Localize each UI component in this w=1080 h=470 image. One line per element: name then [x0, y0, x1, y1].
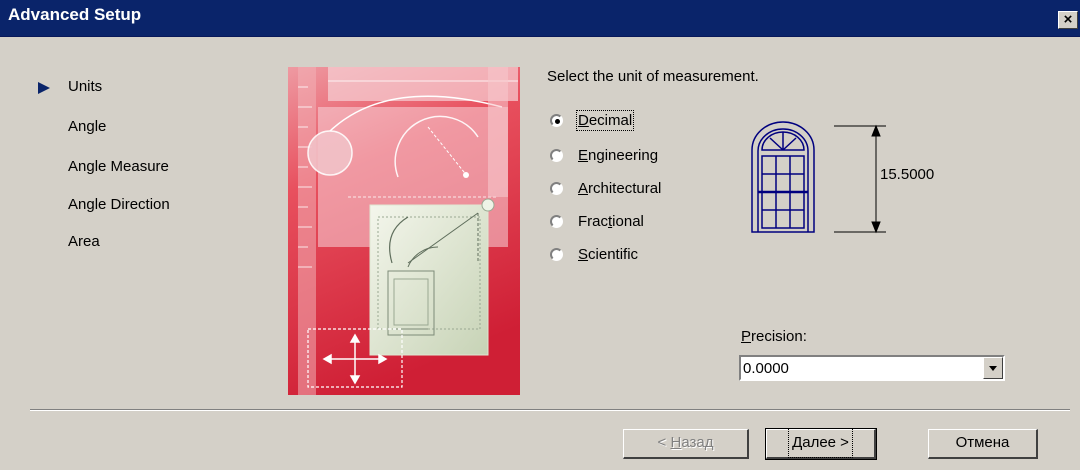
- dimension-value: 15.5000: [880, 166, 935, 183]
- chevron-down-icon: [989, 366, 997, 371]
- precision-label: Precision:: [741, 328, 807, 345]
- button-separator: [30, 409, 1070, 411]
- precision-dropdown[interactable]: 0.0000: [739, 355, 1005, 381]
- precision-value: 0.0000: [743, 360, 789, 377]
- label-text: recision:: [751, 328, 807, 345]
- cancel-button[interactable]: Отмена: [928, 429, 1038, 459]
- access-key: E: [578, 147, 589, 164]
- label-text: cientific: [588, 246, 639, 263]
- nav-item-angle[interactable]: Angle: [68, 118, 106, 135]
- radio-selected-dot: [555, 119, 560, 124]
- label-text: Frac: [578, 213, 608, 230]
- label-text: ional: [612, 213, 644, 230]
- label-text: <: [657, 434, 671, 451]
- radio-label-decimal: Decimal: [575, 110, 635, 131]
- window-preview-drawing: [751, 121, 886, 234]
- title-bar: Advanced Setup ×: [0, 0, 1080, 37]
- radio-label-fractional: Fractional: [578, 213, 644, 230]
- access-key: Н: [670, 434, 682, 451]
- radio-button[interactable]: [550, 215, 563, 228]
- window-title: Advanced Setup: [8, 5, 142, 24]
- nav-item-angle-measure[interactable]: Angle Measure: [68, 158, 169, 175]
- access-key: A: [578, 180, 589, 197]
- next-button[interactable]: Далее >: [765, 428, 877, 460]
- label-text: ecimal: [588, 112, 633, 129]
- radio-button[interactable]: [550, 149, 563, 162]
- close-icon: ×: [1063, 11, 1073, 28]
- label-text: rchitectural: [588, 180, 662, 197]
- label-text: азад: [681, 434, 714, 451]
- back-button[interactable]: < Назад: [623, 429, 749, 459]
- access-key: S: [578, 246, 589, 263]
- nav-item-units[interactable]: Units: [68, 78, 102, 95]
- current-step-arrow-icon: [38, 82, 50, 94]
- back-button-label: < Назад: [658, 430, 714, 456]
- access-key: P: [741, 328, 752, 345]
- radio-label-engineering: Engineering: [578, 147, 658, 164]
- radio-button[interactable]: [550, 114, 563, 127]
- radio-label-scientific: Scientific: [578, 246, 638, 263]
- dropdown-button[interactable]: [983, 357, 1003, 379]
- access-key: D: [578, 112, 589, 129]
- nav-item-area[interactable]: Area: [68, 233, 100, 250]
- radio-label-architectural: Architectural: [578, 180, 661, 197]
- next-button-label: Далее >: [788, 428, 853, 458]
- label-text: ngineering: [588, 147, 659, 164]
- wizard-illustration: [288, 67, 520, 395]
- radio-button[interactable]: [550, 248, 563, 261]
- nav-item-angle-direction[interactable]: Angle Direction: [68, 196, 170, 213]
- cancel-button-label: Отмена: [955, 434, 1010, 451]
- radio-button[interactable]: [550, 182, 563, 195]
- unit-prompt: Select the unit of measurement.: [547, 68, 759, 85]
- close-button[interactable]: ×: [1058, 11, 1078, 29]
